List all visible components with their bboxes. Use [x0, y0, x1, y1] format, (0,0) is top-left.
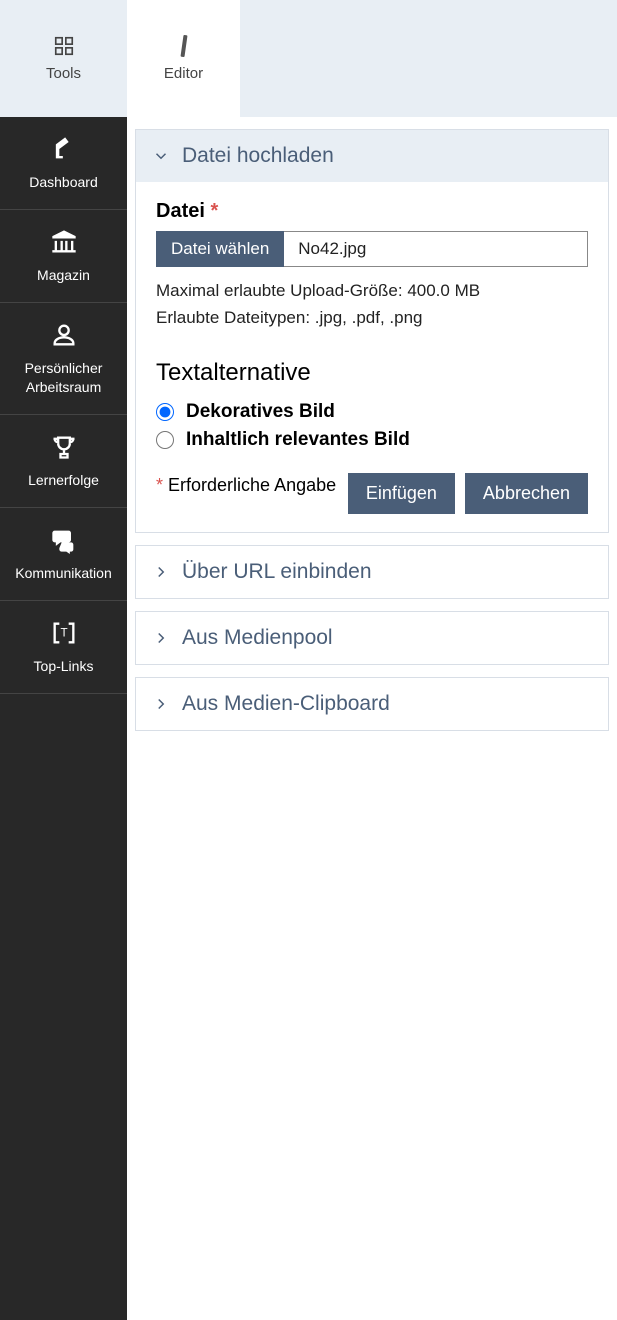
panel-url: Über URL einbinden: [135, 545, 609, 599]
grid-icon: [53, 35, 75, 57]
sidebar-top-tabs: Tools: [0, 0, 127, 117]
panel-clipboard: Aus Medien-Clipboard: [135, 677, 609, 731]
library-icon: [50, 228, 78, 256]
sidebar-item-label: Persönlicher Arbeitsraum: [6, 359, 121, 395]
file-choose-button[interactable]: Datei wählen: [156, 231, 284, 267]
sidebar-item-label: Lernerfolge: [28, 471, 99, 489]
person-icon: [50, 321, 78, 349]
panel-upload-body: Datei * Datei wählen No42.jpg Maximal er…: [136, 182, 608, 532]
panel-upload: Datei hochladen Datei * Datei wählen No4…: [135, 129, 609, 533]
required-note: * Erforderliche Angabe: [156, 473, 338, 498]
radio-decorative[interactable]: [156, 403, 174, 421]
radio-decorative-row[interactable]: Dekoratives Bild: [156, 401, 588, 423]
form-footer: * Erforderliche Angabe Einfügen Abbreche…: [156, 473, 588, 514]
svg-text:T: T: [60, 627, 67, 640]
chevron-down-icon: [152, 147, 170, 165]
insert-button[interactable]: Einfügen: [348, 473, 455, 514]
panel-upload-title: Datei hochladen: [182, 144, 334, 168]
required-asterisk: *: [210, 200, 218, 222]
chevron-right-icon: [152, 695, 170, 713]
main-content: Editor Datei hochladen Datei * Datei wäh…: [127, 0, 617, 1320]
sidebar-item-magazin[interactable]: Magazin: [0, 210, 127, 303]
tab-tools-label: Tools: [46, 65, 81, 82]
alt-text-heading: Textalternative: [156, 359, 588, 387]
file-picker: Datei wählen No42.jpg: [156, 231, 588, 267]
sidebar-item-kommunikation[interactable]: Kommunikation: [0, 508, 127, 601]
panel-mediapool: Aus Medienpool: [135, 611, 609, 665]
radio-content[interactable]: [156, 431, 174, 449]
sidebar-item-label: Magazin: [37, 266, 90, 284]
max-size-text: Maximal erlaubte Upload-Größe: 400.0 MB: [156, 277, 588, 304]
chat-icon: [50, 526, 78, 554]
tab-tools[interactable]: Tools: [0, 0, 127, 117]
sidebar-item-toplinks[interactable]: T Top-Links: [0, 601, 127, 694]
cancel-button[interactable]: Abbrechen: [465, 473, 588, 514]
sidebar-item-workspace[interactable]: Persönlicher Arbeitsraum: [0, 303, 127, 414]
sidebar-item-label: Top-Links: [34, 657, 94, 675]
panel-upload-header[interactable]: Datei hochladen: [136, 130, 608, 182]
tab-editor-label: Editor: [164, 65, 203, 82]
sidebar-item-dashboard[interactable]: Dashboard: [0, 117, 127, 210]
panel-clipboard-title: Aus Medien-Clipboard: [182, 692, 390, 716]
chevron-right-icon: [152, 629, 170, 647]
allowed-types-text: Erlaubte Dateitypen: .jpg, .pdf, .png: [156, 304, 588, 331]
main-top-bar: Editor: [127, 0, 617, 117]
tab-editor[interactable]: Editor: [127, 0, 240, 117]
panel-url-title: Über URL einbinden: [182, 560, 372, 584]
radio-content-label: Inhaltlich relevantes Bild: [186, 429, 410, 451]
chevron-right-icon: [152, 563, 170, 581]
file-label: Datei *: [156, 200, 588, 223]
sidebar-item-lernerfolge[interactable]: Lernerfolge: [0, 415, 127, 508]
radio-decorative-label: Dekoratives Bild: [186, 401, 335, 423]
panel-mediapool-title: Aus Medienpool: [182, 626, 333, 650]
sidebar-item-label: Dashboard: [29, 173, 98, 191]
trophy-icon: [50, 433, 78, 461]
sidebar-item-label: Kommunikation: [15, 564, 112, 582]
panel-url-header[interactable]: Über URL einbinden: [136, 546, 608, 598]
sidebar: Tools Dashboard Magazin Persönlicher Arb…: [0, 0, 127, 1320]
panel-mediapool-header[interactable]: Aus Medienpool: [136, 612, 608, 664]
file-name-display: No42.jpg: [284, 231, 588, 267]
brackets-icon: T: [50, 619, 78, 647]
lamp-icon: [50, 135, 78, 163]
radio-content-row[interactable]: Inhaltlich relevantes Bild: [156, 429, 588, 451]
brush-icon: [180, 35, 187, 57]
panel-clipboard-header[interactable]: Aus Medien-Clipboard: [136, 678, 608, 730]
